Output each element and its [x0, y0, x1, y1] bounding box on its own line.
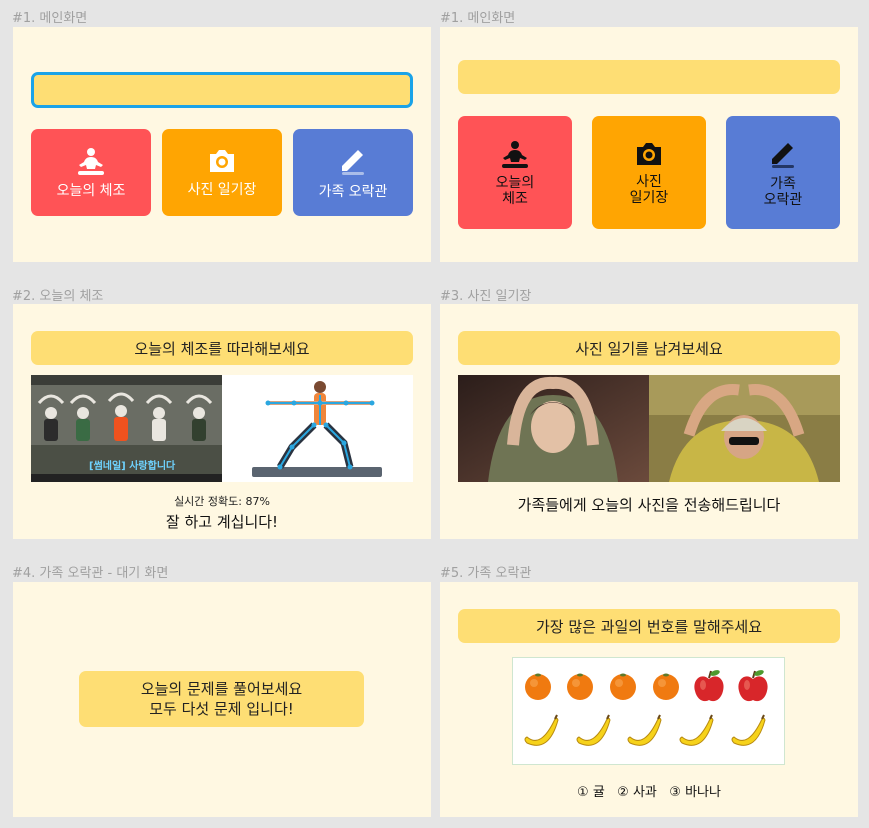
- family-game-label: 가족 오락관: [318, 183, 388, 200]
- screen-label-5: #5. 가족 오락관: [440, 566, 532, 581]
- diary-photo-2[interactable]: [649, 375, 840, 482]
- orange-2: [567, 673, 593, 700]
- diary-photo-1[interactable]: [458, 375, 649, 482]
- accuracy-text: 실시간 정확도: 87%: [174, 495, 270, 508]
- orange-1: [525, 673, 551, 700]
- screen-label-1a: #1. 메인화면: [12, 11, 88, 26]
- header-bar: [458, 60, 840, 94]
- photo-diary-label: 사진 일기장: [187, 181, 257, 198]
- photo-diary-button-large[interactable]: 사진 일기장: [592, 116, 706, 229]
- screen-label-2: #2. 오늘의 체조: [12, 289, 104, 304]
- banana-1: [524, 714, 559, 747]
- apple-1: [693, 667, 725, 703]
- family-game-label-stacked: 가족 오락관: [763, 175, 803, 208]
- photo-diary-label-stacked: 사진 일기장: [629, 173, 669, 206]
- header-bar-focused[interactable]: [31, 72, 413, 108]
- fruit-grid: [524, 667, 769, 747]
- pose-skeleton-figure: [252, 381, 382, 477]
- exercise-button-large[interactable]: 오늘의 체조: [458, 116, 572, 229]
- meditation-icon: [78, 147, 104, 175]
- game-waiting-message: 오늘의 문제를 풀어보세요 모두 다섯 문제 입니다!: [79, 671, 364, 727]
- family-game-button-large[interactable]: 가족 오락관: [726, 116, 840, 229]
- game-waiting-screen: 오늘의 문제를 풀어보세요 모두 다섯 문제 입니다!: [13, 582, 431, 817]
- screen-label-3: #3. 사진 일기장: [440, 289, 532, 304]
- exercise-button[interactable]: 오늘의 체조: [31, 129, 151, 216]
- fruit-game-banner: 가장 많은 과일의 번호를 말해주세요: [458, 609, 840, 643]
- camera-icon: [210, 149, 234, 172]
- pencil-icon: [772, 142, 794, 168]
- exercise-label: 오늘의 체조: [56, 182, 126, 199]
- man-arms-raised-photo: [649, 375, 840, 482]
- answer-options: ① 귤 ② 사과 ③ 바나나: [577, 785, 721, 800]
- fruit-game-screen: 가장 많은 과일의 번호를 말해주세요 ① 귤 ② 사과 ③ 바나나: [440, 582, 858, 817]
- screen-label-4: #4. 가족 오락관 - 대기 화면: [12, 566, 169, 581]
- screen-label-1b: #1. 메인화면: [440, 11, 516, 26]
- waiting-message-line2: 모두 다섯 문제 입니다!: [149, 700, 294, 718]
- apple-2: [737, 667, 769, 703]
- exercise-screen: 오늘의 체조를 따라해보세요 [썸네일] 사랑합니다 실시간 정확도: 87% …: [13, 304, 431, 539]
- praise-text: 잘 하고 계십니다!: [165, 513, 279, 531]
- main-screen-a: 오늘의 체조 사진 일기장 가족 오락관: [13, 27, 431, 262]
- photo-diary-button[interactable]: 사진 일기장: [162, 129, 282, 216]
- banana-4: [679, 714, 714, 747]
- exercise-label-stacked: 오늘의 체조: [495, 174, 535, 207]
- banana-3: [627, 714, 662, 747]
- banana-2: [576, 714, 611, 747]
- meditation-icon: [502, 140, 528, 168]
- pose-estimation-view: [222, 375, 413, 482]
- photo-diary-banner: 사진 일기를 남겨보세요: [458, 331, 840, 365]
- camera-icon: [637, 142, 661, 165]
- man-heart-pose-photo: [458, 375, 649, 482]
- family-game-button[interactable]: 가족 오락관: [293, 129, 413, 216]
- video-caption: [썸네일] 사랑합니다: [89, 461, 176, 472]
- photo-diary-caption: 가족들에게 오늘의 사진을 전송해드립니다: [517, 496, 781, 514]
- waiting-message-line1: 오늘의 문제를 풀어보세요: [140, 680, 303, 698]
- fruit-image: [512, 657, 785, 765]
- banana-5: [731, 714, 766, 747]
- photo-diary-screen: 사진 일기를 남겨보세요 가족들에게 오늘의 사진을 전송해드립니다: [440, 304, 858, 539]
- main-screen-b: 오늘의 체조 사진 일기장 가족 오락관: [440, 27, 858, 262]
- pencil-icon: [342, 149, 364, 175]
- exercise-video[interactable]: [썸네일] 사랑합니다: [31, 375, 222, 482]
- orange-4: [653, 673, 679, 700]
- orange-3: [610, 673, 636, 700]
- exercise-banner: 오늘의 체조를 따라해보세요: [31, 331, 413, 365]
